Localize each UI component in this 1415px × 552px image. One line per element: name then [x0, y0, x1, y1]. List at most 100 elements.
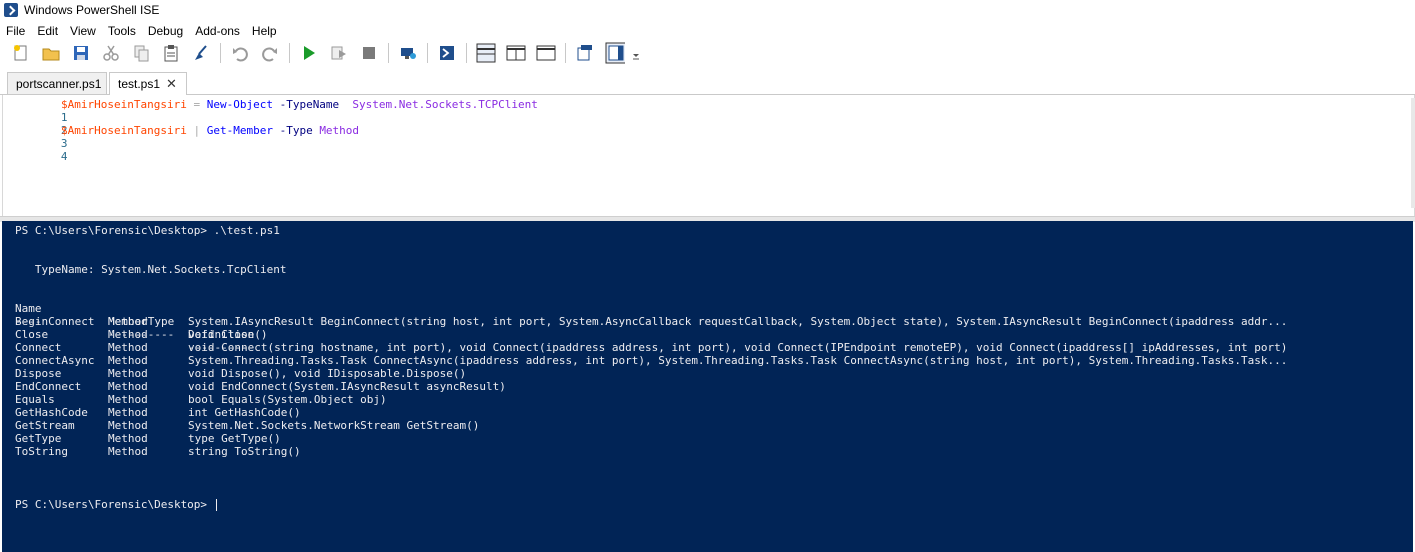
powershell-ise-icon: [4, 3, 18, 17]
stop-icon: [363, 47, 375, 59]
close-icon[interactable]: ✕: [166, 76, 177, 92]
cmdlet-token: Get-Member: [206, 124, 273, 137]
command-addon-icon: [605, 42, 625, 64]
member-name: Equals: [15, 393, 55, 406]
layout-top-icon: [476, 43, 496, 63]
member-definition: System.Net.Sockets.NetworkStream GetStre…: [188, 419, 480, 432]
member-type: Method: [108, 419, 148, 432]
toolbar-separator: [565, 43, 566, 63]
table-header: Name MemberType Definition: [15, 289, 254, 341]
script-editor[interactable]: 1 $AmirHoseinTangsiri = New-Object -Type…: [2, 95, 1415, 217]
new-script-button[interactable]: [11, 43, 31, 63]
toolbar-separator: [289, 43, 290, 63]
run-script-button[interactable]: [299, 43, 319, 63]
member-definition: int GetHashCode(): [188, 406, 301, 419]
menu-debug[interactable]: Debug: [142, 24, 189, 38]
open-button[interactable]: [41, 43, 61, 63]
stop-button[interactable]: [359, 43, 379, 63]
layout-right-icon: [506, 45, 526, 61]
text-cursor: [215, 499, 217, 511]
chevron-down-icon: [633, 54, 639, 60]
cmdlet-token: New-Object: [206, 98, 273, 111]
menu-edit[interactable]: Edit: [31, 24, 64, 38]
toolbar-separator: [466, 43, 467, 63]
member-type: Method: [108, 432, 148, 445]
console-prompt: PS C:\Users\Forensic\Desktop>: [15, 498, 214, 511]
member-definition: void Close(): [188, 328, 268, 341]
member-name: GetStream: [15, 419, 75, 432]
redo-button[interactable]: [260, 43, 280, 63]
member-type: Method: [108, 354, 148, 367]
member-definition: string ToString(): [188, 445, 301, 458]
console-pane[interactable]: PS C:\Users\Forensic\Desktop> .\test.ps1…: [2, 221, 1413, 552]
undo-icon: [233, 47, 248, 62]
argument-token: System.Net.Sockets.TCPClient: [345, 98, 538, 111]
member-type: Method: [108, 315, 148, 328]
member-type: Method: [108, 341, 148, 354]
member-type: Method: [108, 393, 148, 406]
menu-help[interactable]: Help: [246, 24, 283, 38]
console-command-line: PS C:\Users\Forensic\Desktop> .\test.ps1: [15, 224, 280, 237]
member-definition: void Dispose(), void IDisposable.Dispose…: [188, 367, 467, 380]
member-name: Close: [15, 328, 49, 341]
run-selection-icon: [331, 46, 346, 60]
code-text: $AmirHoseinTangsiri | Get-Member -Type M…: [61, 124, 359, 137]
powershell-icon: [440, 46, 454, 60]
toolbar-separator: [427, 43, 428, 63]
show-command-addon-button[interactable]: [605, 42, 625, 64]
cut-button[interactable]: [101, 43, 121, 63]
show-script-pane-top-button[interactable]: [476, 43, 496, 63]
menu-file[interactable]: File: [0, 24, 31, 38]
clear-console-button[interactable]: [191, 43, 211, 63]
member-name: BeginConnect: [15, 315, 95, 328]
save-button[interactable]: [71, 43, 91, 63]
variable-token: $AmirHoseinTangsiri: [61, 98, 187, 111]
code-line: 1 $AmirHoseinTangsiri = New-Object -Type…: [3, 98, 538, 124]
undo-button[interactable]: [230, 43, 250, 63]
show-command-window-button[interactable]: [575, 43, 595, 63]
member-definition: type GetType(): [188, 432, 281, 445]
toolbar: [0, 40, 1415, 66]
code-line: 4: [3, 137, 68, 163]
menu-view[interactable]: View: [64, 24, 102, 38]
menu-add-ons[interactable]: Add-ons: [189, 24, 246, 38]
variable-token: $AmirHoseinTangsiri: [61, 124, 187, 137]
operator-token: |: [186, 124, 207, 137]
member-definition: System.Threading.Tasks.Task ConnectAsync…: [188, 354, 1288, 367]
copy-icon: [134, 45, 149, 62]
copy-button[interactable]: [131, 43, 151, 63]
window-title: Windows PowerShell ISE: [24, 3, 160, 17]
redo-icon: [262, 47, 277, 62]
parameter-token: -Type: [272, 124, 320, 137]
toolbar-overflow-button[interactable]: [632, 43, 640, 63]
run-selection-button[interactable]: [329, 43, 349, 63]
start-powershell-button[interactable]: [437, 43, 457, 63]
play-icon: [304, 46, 315, 60]
member-name: ToString: [15, 445, 68, 458]
console-input-line[interactable]: PS C:\Users\Forensic\Desktop>: [15, 498, 217, 511]
new-file-icon: [14, 45, 27, 61]
toolbar-separator: [388, 43, 389, 63]
tab-label: test.ps1: [118, 77, 161, 91]
paste-button[interactable]: [161, 43, 181, 63]
editor-scrollbar[interactable]: [1411, 98, 1415, 208]
table-header-underline: ---- ---------- ----------: [15, 302, 254, 354]
command-window-icon: [577, 45, 592, 61]
member-definition: System.IAsyncResult BeginConnect(string …: [188, 315, 1288, 328]
member-definition: bool Equals(System.Object obj): [188, 393, 387, 406]
show-script-pane-right-button[interactable]: [506, 43, 526, 63]
member-name: ConnectAsync: [15, 354, 95, 367]
member-type: Method: [108, 328, 148, 341]
new-remote-tab-button[interactable]: [398, 43, 418, 63]
tab-label: portscanner.ps1: [16, 76, 102, 91]
code-line: 3 $AmirHoseinTangsiri | Get-Member -Type…: [3, 124, 359, 150]
code-line: 2: [3, 111, 68, 137]
broom-icon: [195, 45, 207, 60]
tab-test[interactable]: test.ps1 ✕: [109, 72, 187, 95]
member-type: Method: [108, 367, 148, 380]
menu-tools[interactable]: Tools: [102, 24, 142, 38]
show-script-pane-maximized-button[interactable]: [536, 43, 556, 63]
member-definition: void EndConnect(System.IAsyncResult asyn…: [188, 380, 506, 393]
line-number: 4: [60, 150, 68, 163]
tab-portscanner[interactable]: portscanner.ps1: [7, 72, 107, 94]
